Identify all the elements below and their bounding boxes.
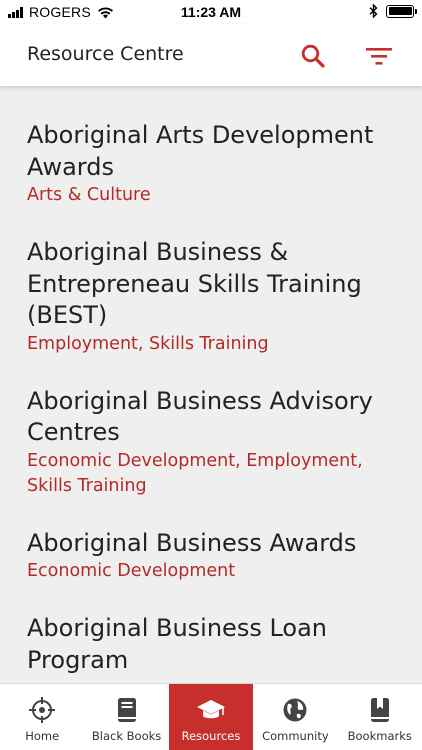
battery-icon: [386, 4, 417, 18]
tab-black-books[interactable]: Black Books: [84, 684, 168, 750]
status-bar: ROGERS 11:23 AM: [0, 0, 422, 24]
resource-title: Aboriginal Business & Entrepreneau Skill…: [27, 238, 362, 329]
resource-tags: Employment, Skills Training: [27, 333, 269, 354]
resource-item-arts-development-awards[interactable]: Aboriginal Arts Development Awards Arts …: [0, 120, 422, 208]
bluetooth-icon: [369, 4, 378, 18]
tab-home[interactable]: Home: [0, 684, 84, 750]
book-icon: [116, 696, 138, 724]
tab-label: Community: [262, 729, 329, 743]
search-icon: [301, 44, 325, 68]
resource-tags: Economic Development: [27, 561, 236, 581]
status-right: [369, 4, 417, 18]
tab-label: Home: [25, 729, 60, 743]
resource-title: Aboriginal Business Loan Program: [27, 614, 327, 674]
app-header: Resource Centre: [0, 24, 422, 86]
tab-community[interactable]: Community: [253, 684, 337, 750]
tab-resources[interactable]: Resources: [168, 684, 254, 750]
resource-list: Aboriginal Arts Development Awards Arts …: [0, 86, 422, 676]
tab-label: Bookmarks: [347, 729, 412, 743]
tab-bookmarks[interactable]: Bookmarks: [338, 684, 422, 750]
resource-tags: Arts & Culture: [27, 185, 151, 205]
status-time: 11:23 AM: [180, 4, 242, 20]
resource-item-business-advisory-centres[interactable]: Aboriginal Business Advisory Centres Eco…: [0, 386, 422, 499]
resource-item-business-skills-training[interactable]: Aboriginal Business & Entrepreneau Skill…: [0, 237, 422, 357]
filter-button[interactable]: [363, 40, 395, 72]
resource-title: Aboriginal Business Advisory Centres: [27, 386, 373, 447]
page-title: Resource Centre: [27, 43, 184, 65]
tab-bar: Home Black Books Resources Community Boo…: [0, 683, 422, 750]
resource-tags: Economic Development, Employment, Skills…: [27, 450, 363, 496]
resource-item-business-awards[interactable]: Aboriginal Business Awards Economic Deve…: [0, 528, 422, 585]
globe-icon: [282, 696, 308, 724]
graduation-cap-icon: [196, 696, 226, 724]
resource-list-container[interactable]: Aboriginal Arts Development Awards Arts …: [0, 86, 422, 683]
bookmark-icon: [369, 696, 391, 724]
filter-icon: [366, 48, 392, 65]
resource-title: Aboriginal Arts Development Awards: [27, 121, 374, 181]
search-button[interactable]: [297, 40, 329, 72]
resource-item-business-loan-program[interactable]: Aboriginal Business Loan Program: [0, 613, 422, 676]
crosshair-icon: [28, 696, 56, 724]
tab-label: Black Books: [91, 729, 162, 743]
resource-title: Aboriginal Business Awards: [27, 528, 357, 557]
tab-label: Resources: [181, 729, 241, 743]
